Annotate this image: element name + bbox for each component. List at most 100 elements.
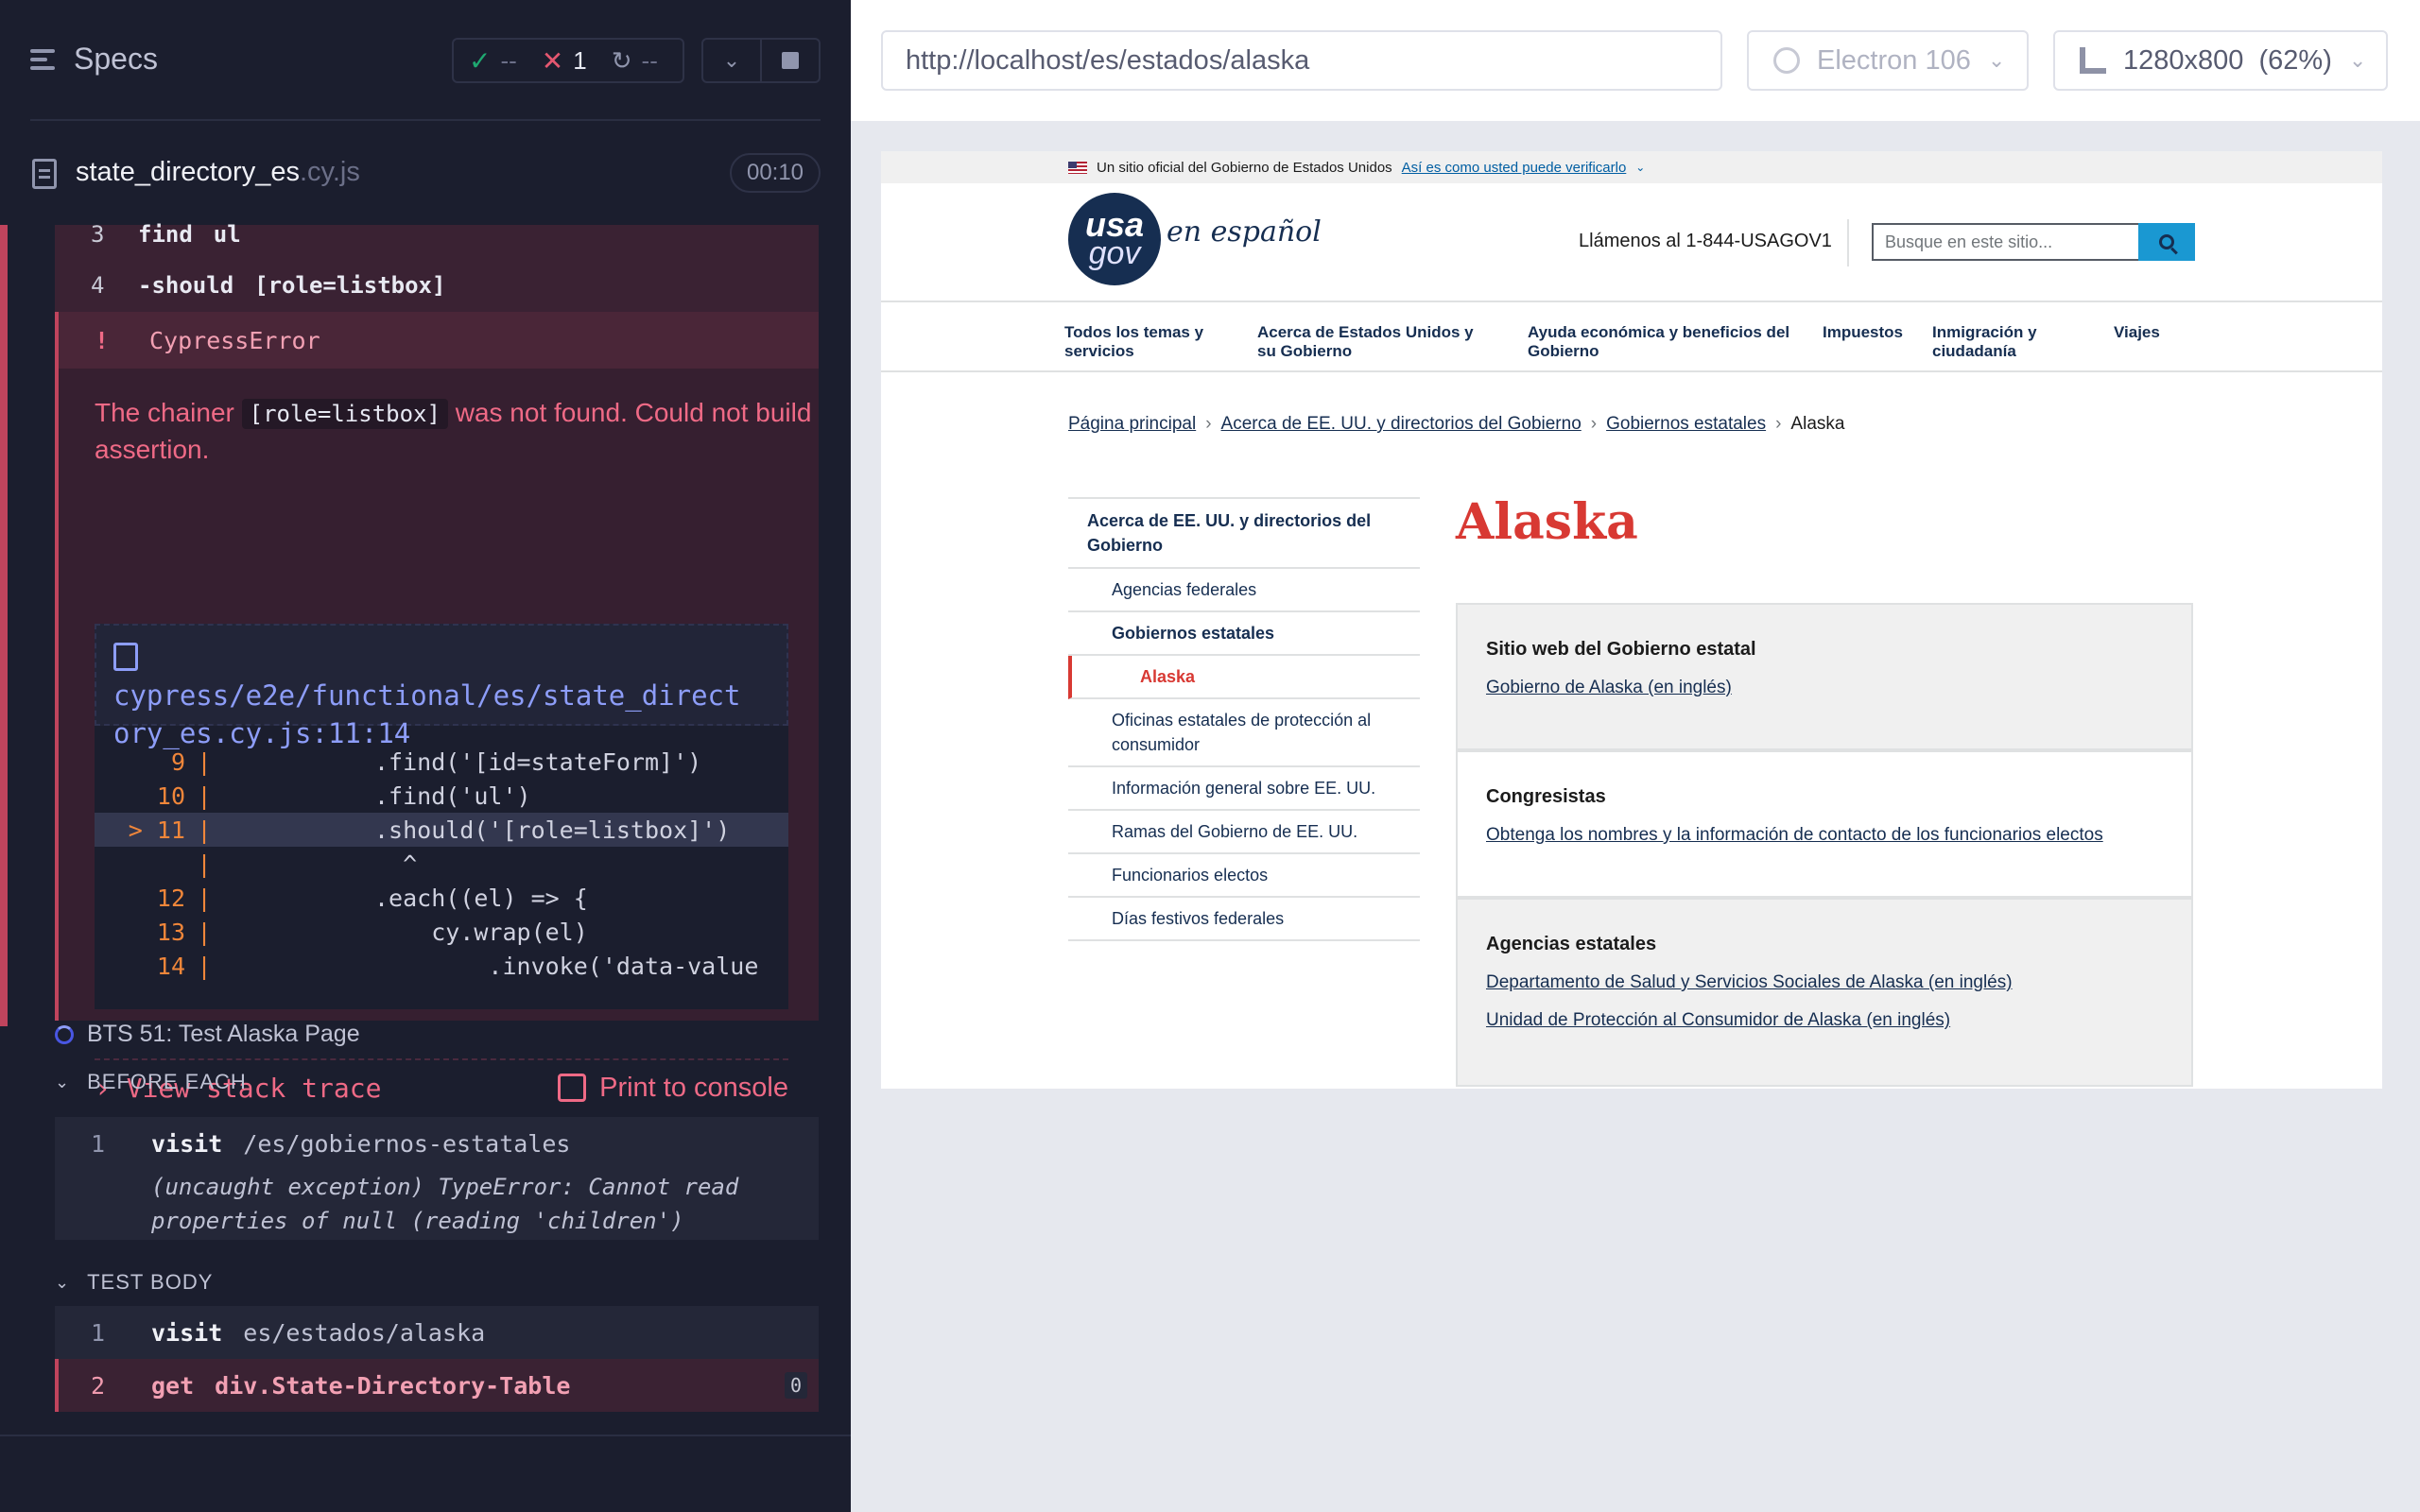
banner-text: Un sitio oficial del Gobierno de Estados… (1097, 159, 1392, 176)
divider (0, 1435, 851, 1436)
sidenav-item[interactable]: Información general sobre EE. UU. (1068, 767, 1420, 811)
info-card: Agencias estatales Departamento de Salud… (1456, 898, 2193, 1087)
code-frame-file-link[interactable]: cypress/e2e/functional/es/state_direct or… (95, 624, 788, 749)
expand-button[interactable]: ⌄ (703, 40, 760, 81)
terminal-icon (558, 1074, 587, 1102)
code-frame: cypress/e2e/functional/es/state_direct or… (95, 624, 788, 1009)
check-icon: ✓ (469, 45, 492, 76)
command-row[interactable]: 1 visit /es/gobiernos-estatales (55, 1117, 819, 1170)
failed-command-row[interactable]: 2 get div.State-Directory-Table 0 (55, 1359, 819, 1412)
card-link[interactable]: Unidad de Protección al Consumidor de Al… (1486, 1010, 2163, 1031)
runner-controls: ⌄ (701, 38, 821, 83)
code-line: 10 | .find('ul') (95, 779, 788, 813)
logo-en-espanol[interactable]: en español (1167, 215, 1322, 249)
chevron-down-icon: ⌄ (2348, 48, 2367, 72)
sidenav-parent[interactable]: Acerca de EE. UU. y directorios del Gobi… (1068, 499, 1420, 569)
x-icon: ✕ (541, 45, 564, 76)
document-icon (113, 643, 138, 671)
card-title: Agencias estatales (1486, 934, 1657, 954)
sidenav-item-current[interactable]: Alaska (1068, 656, 1420, 699)
browser-selector[interactable]: Electron 106 ⌄ (1747, 30, 2029, 91)
breadcrumb-link[interactable]: Gobiernos estatales (1606, 414, 1766, 435)
nav-item[interactable]: Inmigración y ciudadanía (1932, 323, 2083, 361)
error-code-snippet: [role=listbox] (241, 399, 448, 429)
line-number: 14 (156, 952, 185, 980)
side-nav: Acerca de EE. UU. y directorios del Gobi… (1068, 497, 1420, 941)
command-row[interactable]: 3 find ul (55, 208, 241, 261)
code-line: 12 | .each((el) => { (95, 881, 788, 915)
sidenav-item[interactable]: Agencias federales (1068, 569, 1420, 612)
nav-item[interactable]: Todos los temas y servicios (1064, 323, 1206, 361)
chevron-down-icon: ⌄ (1987, 48, 2006, 72)
chevron-down-icon: ⌄ (55, 1072, 71, 1091)
breadcrumb-link[interactable]: Acerca de EE. UU. y directorios del Gobi… (1221, 414, 1582, 435)
divider (1847, 219, 1849, 266)
command-name: -should (138, 272, 234, 299)
card-title: Sitio web del Gobierno estatal (1486, 639, 1756, 660)
nav-item[interactable]: Ayuda económica y beneficios del Gobiern… (1528, 323, 1792, 361)
line-number: 10 (156, 782, 185, 810)
nav-item[interactable]: Viajes (2114, 323, 2189, 342)
gutter-bar: | (197, 747, 212, 776)
specs-toggle[interactable]: Specs (30, 42, 158, 77)
test-title[interactable]: BTS 51: Test Alaska Page (55, 1021, 360, 1048)
code-lines: 9 | .find('[id=stateForm]') 10 | .find('ul') >… (95, 745, 788, 983)
nav-item[interactable]: Impuestos (1823, 323, 1927, 342)
command-number: 3 (91, 221, 105, 248)
before-each-commands: 1 visit /es/gobiernos-estatales (uncaugh… (55, 1117, 819, 1240)
command-row[interactable]: 4 -should [role=listbox] (55, 259, 445, 312)
failed-test-indicator (0, 225, 8, 1026)
print-to-console-button[interactable]: Print to console (558, 1073, 788, 1104)
breadcrumb-link[interactable]: Página principal (1068, 414, 1196, 435)
hook-before-each[interactable]: ⌄ BEFORE EACH (55, 1070, 247, 1094)
hook-test-body[interactable]: ⌄ TEST BODY (55, 1270, 213, 1295)
pending-stat: ↻ -- (611, 45, 658, 75)
url-bar[interactable]: http://localhost/es/estados/alaska (881, 30, 1722, 91)
sidenav-item[interactable]: Oficinas estatales de protección al cons… (1068, 699, 1420, 767)
sidenav-item[interactable]: Gobiernos estatales (1068, 612, 1420, 656)
gutter-bar: | (197, 850, 212, 878)
usagov-logo[interactable]: usa gov (1068, 193, 1161, 285)
call-number: Llámenos al 1-844-USAGOV1 (1579, 231, 1832, 251)
ruler-icon (2080, 47, 2106, 74)
card-link[interactable]: Gobierno de Alaska (en inglés) (1486, 678, 2163, 698)
failed-stat: ✕ 1 (541, 45, 587, 76)
command-log: 3 find ul 4 -should [role=listbox] ! Cyp… (0, 221, 851, 1512)
line-number: 12 (156, 884, 185, 912)
code-text: .find('ul') (374, 782, 531, 810)
menu-collapse-icon (30, 47, 59, 72)
breadcrumb-current: Alaska (1790, 414, 1845, 434)
nav-item[interactable]: Acerca de Estados Unidos y su Gobierno (1257, 323, 1494, 361)
error-header: ! CypressError (55, 312, 819, 369)
chevron-down-icon: ⌄ (722, 48, 741, 72)
element-count-badge: 0 (785, 1372, 807, 1399)
sidenav-item[interactable]: Ramas del Gobierno de EE. UU. (1068, 811, 1420, 854)
error-type: CypressError (149, 326, 320, 354)
code-line: 9 | .find('[id=stateForm]') (95, 745, 788, 779)
line-number: > 11 (128, 816, 185, 844)
card-link[interactable]: Obtenga los nombres y la información de … (1486, 825, 2163, 846)
sidenav-item[interactable]: Días festivos federales (1068, 898, 1420, 941)
spec-file-name: state_directory_es.cy.js (76, 157, 360, 187)
test-stats: ✓ -- ✕ 1 ↻ -- (452, 38, 684, 83)
search-button[interactable] (2138, 223, 2195, 261)
main-nav: Todos los temas y servicios Acerca de Es… (881, 302, 2382, 372)
code-line: 13 | cy.wrap(el) (95, 915, 788, 949)
gutter-bar: | (197, 884, 212, 912)
passed-stat: ✓ -- (469, 45, 517, 76)
search-input[interactable]: Busque en este sitio... (1872, 223, 2140, 261)
code-line: | ^ (95, 847, 788, 881)
test-body-commands: 1 visit es/estados/alaska (55, 1306, 819, 1359)
cypress-runner-panel: Specs ✓ -- ✕ 1 ↻ -- ⌄ state_directory_es.cy… (0, 0, 851, 1512)
viewport-info[interactable]: 1280x800 (62%) ⌄ (2053, 30, 2388, 91)
banner-verify-link[interactable]: Así es como usted puede verificarlo (1402, 160, 1627, 176)
running-spinner-icon (55, 1024, 74, 1044)
uncaught-exception-message: (uncaught exception) TypeError: Cannot r… (151, 1174, 739, 1234)
card-link[interactable]: Departamento de Salud y Servicios Social… (1486, 972, 2163, 993)
stop-button[interactable] (760, 40, 819, 81)
sidenav-item[interactable]: Funcionarios electos (1068, 854, 1420, 898)
document-icon (32, 159, 57, 189)
search-icon (2159, 234, 2174, 249)
spinner-icon: ↻ (611, 45, 632, 75)
command-row[interactable]: 1 visit es/estados/alaska (55, 1306, 819, 1359)
